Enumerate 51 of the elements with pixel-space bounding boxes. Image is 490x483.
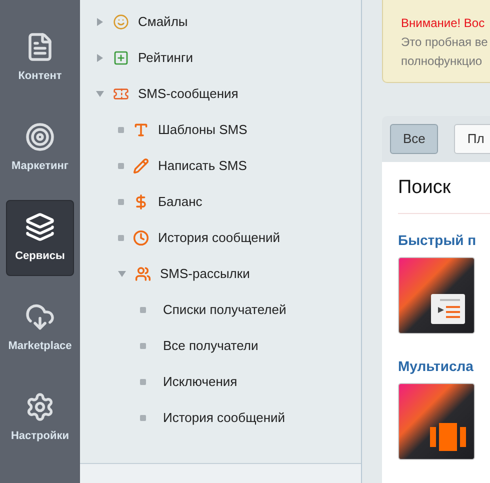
expanded-arrow-icon[interactable] xyxy=(118,270,126,278)
bullet-icon xyxy=(140,343,146,349)
search-title: Поиск xyxy=(398,176,452,200)
tree-item[interactable]: История сообщений xyxy=(163,408,286,428)
pencil-icon xyxy=(133,158,149,174)
dollar-icon xyxy=(133,194,149,210)
tree-item[interactable]: Списки получателей xyxy=(163,300,286,320)
tree-item[interactable]: Исключения xyxy=(163,372,238,392)
app-tile-drawing[interactable] xyxy=(398,256,475,334)
notice-title: Внимание! Вос xyxy=(401,15,486,32)
people-icon xyxy=(135,266,151,282)
letter-t-icon xyxy=(133,122,149,138)
smiley-icon xyxy=(113,14,129,30)
tree-item[interactable]: Рейтинги xyxy=(138,48,193,68)
tree-item[interactable]: Шаблоны SMS xyxy=(158,120,248,140)
bullet-icon xyxy=(118,127,124,133)
notice-text: Это пробная ве xyxy=(401,34,489,51)
bullet-icon xyxy=(140,307,146,313)
plus-square-icon xyxy=(113,50,129,66)
filter-tab[interactable]: Все xyxy=(390,124,438,154)
app-title-link[interactable]: Мультисла xyxy=(398,356,490,376)
clock-icon xyxy=(133,230,149,246)
rail-item[interactable]: Сервисы xyxy=(6,200,74,276)
bullet-icon xyxy=(118,199,124,205)
rail-item[interactable]: Маркетинг xyxy=(6,110,74,186)
collapsed-arrow-icon[interactable] xyxy=(96,54,104,62)
filter-tab[interactable]: Пл xyxy=(454,124,490,154)
cloud-download-icon xyxy=(25,302,55,332)
app-title-link[interactable]: Быстрый п xyxy=(398,230,490,250)
rail-item[interactable]: Marketplace xyxy=(6,290,74,366)
tree-item[interactable]: SMS-рассылки xyxy=(160,264,250,284)
expanded-arrow-icon[interactable] xyxy=(96,90,104,98)
bullet-icon xyxy=(118,235,124,241)
settings-icon xyxy=(25,392,55,422)
bullet-icon xyxy=(140,379,146,385)
tree-item[interactable]: SMS-сообщения xyxy=(138,84,238,104)
tree-item[interactable]: История сообщений xyxy=(158,228,280,248)
notice-text: полнофункцио xyxy=(401,53,484,70)
layers-icon xyxy=(25,212,55,242)
bullet-icon xyxy=(118,163,124,169)
tree-item[interactable]: Баланс xyxy=(158,192,202,212)
rail-item[interactable]: Настройки xyxy=(6,380,74,456)
collapsed-arrow-icon[interactable] xyxy=(96,18,104,26)
rail-item[interactable]: Контент xyxy=(6,20,74,96)
tree-item[interactable]: Написать SMS xyxy=(158,156,247,176)
bullet-icon xyxy=(140,415,146,421)
tree-item[interactable]: Смайлы xyxy=(138,12,188,32)
tree-item[interactable]: Все получатели xyxy=(163,336,258,356)
target-icon xyxy=(25,122,55,152)
ticket-icon xyxy=(113,86,129,102)
app-tile-drawing[interactable] xyxy=(398,382,475,460)
